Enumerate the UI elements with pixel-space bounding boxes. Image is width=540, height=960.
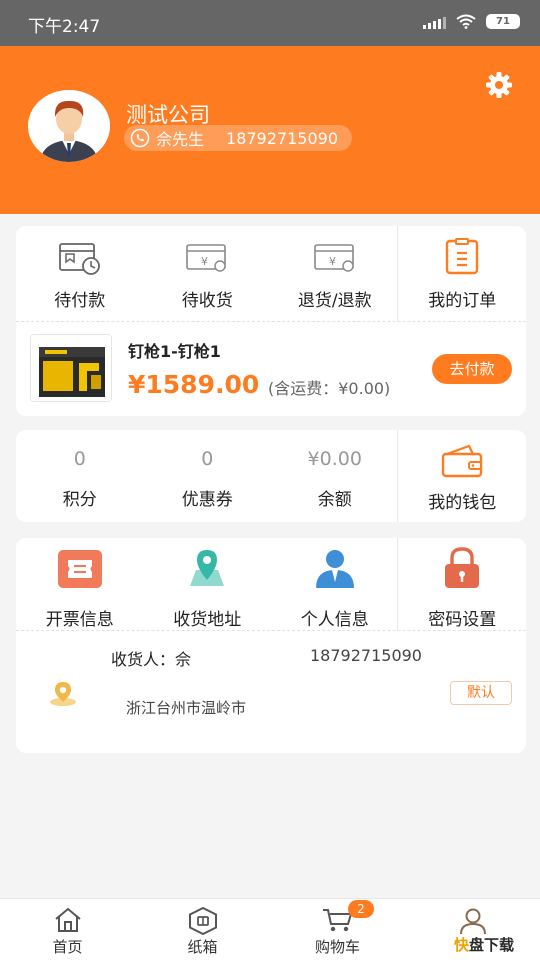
status-time: 下午2:47 — [28, 17, 101, 37]
invoice-icon — [57, 550, 102, 588]
orders-card: 待付款 ¥ 待收货 ¥ 退货/退款 我的订单 钉枪1-钉枪1 ¥1589.00 … — [16, 226, 526, 416]
receiver-name: 收货人：佘 — [111, 650, 192, 669]
address-text: 浙江台州市温岭市 — [126, 699, 247, 717]
watermark-logo: 快盘下载 — [454, 934, 514, 955]
signal-icon — [423, 15, 446, 29]
address-pin-icon — [50, 682, 76, 706]
shipping-fee: (含运费：¥0.00) — [268, 379, 391, 398]
my-wallet[interactable]: 我的钱包 — [399, 430, 527, 522]
location-map-icon — [190, 550, 225, 586]
watermark-text: 盘下载 — [469, 936, 515, 954]
tab-home[interactable]: 首页 — [0, 899, 135, 960]
password-settings[interactable]: 密码设置 — [399, 538, 527, 630]
points-stat[interactable]: 0 积分 — [16, 430, 144, 522]
tab-label: 纸箱 — [187, 938, 218, 956]
tab-label: 首页 — [52, 938, 83, 956]
pending-payment-icon — [58, 243, 100, 275]
status-bar: 下午2:47 71 — [0, 0, 540, 46]
balance-value: ¥0.00 — [307, 448, 362, 470]
profile-header: 测试公司 佘先生 18792715090 — [0, 46, 540, 214]
avatar[interactable] — [28, 90, 110, 162]
product-price: ¥1589.00 — [128, 370, 260, 399]
refund-icon: ¥ — [313, 244, 354, 272]
wifi-icon — [456, 14, 476, 29]
personal-info[interactable]: 个人信息 — [271, 538, 399, 630]
pay-button[interactable]: 去付款 — [432, 354, 512, 384]
settings-gear-icon[interactable] — [484, 70, 514, 100]
orders-icon — [446, 238, 479, 275]
receiver-phone: 18792715090 — [310, 646, 422, 665]
tab-cart[interactable]: 2 购物车 — [270, 899, 405, 960]
product-image[interactable] — [30, 334, 112, 402]
battery-icon: 71 — [486, 14, 520, 29]
order-label: 退货/退款 — [297, 291, 372, 311]
service-label: 个人信息 — [300, 610, 369, 630]
coupons-value: 0 — [201, 448, 214, 470]
pending-receipt-icon: ¥ — [186, 244, 227, 272]
tab-label: 购物车 — [314, 938, 360, 956]
home-icon — [54, 907, 81, 932]
wallet-card: 0 积分 0 优惠券 ¥0.00 余额 我的钱包 — [16, 430, 526, 522]
svg-text:¥: ¥ — [201, 255, 208, 268]
my-orders[interactable]: 我的订单 — [399, 226, 527, 321]
contact-name: 佘先生 — [156, 130, 205, 149]
shipping-address[interactable]: 收货地址 — [144, 538, 272, 630]
service-label: 密码设置 — [428, 610, 497, 630]
cart-badge: 2 — [348, 900, 374, 918]
invoice-info[interactable]: 开票信息 — [16, 538, 144, 630]
order-pending-receipt[interactable]: ¥ 待收货 — [144, 226, 272, 321]
default-badge: 默认 — [450, 681, 512, 705]
wallet-label: 我的钱包 — [428, 493, 497, 513]
order-refund[interactable]: ¥ 退货/退款 — [271, 226, 399, 321]
balance-label: 余额 — [317, 490, 352, 510]
points-value: 0 — [73, 448, 86, 470]
contact-pill: 佘先生 18792715090 — [124, 125, 352, 151]
service-label: 开票信息 — [45, 610, 114, 630]
balance-stat[interactable]: ¥0.00 余额 — [271, 430, 399, 522]
service-label: 收货地址 — [173, 610, 242, 630]
contact-phone: 18792715090 — [226, 128, 338, 148]
coupons-stat[interactable]: 0 优惠券 — [144, 430, 272, 522]
order-pending-payment[interactable]: 待付款 — [16, 226, 144, 321]
order-label: 待付款 — [54, 291, 106, 311]
phone-icon — [130, 128, 150, 148]
person-icon — [315, 550, 354, 588]
points-label: 积分 — [62, 490, 97, 510]
lock-icon — [445, 547, 480, 588]
box-icon — [188, 907, 217, 935]
product-name: 钉枪1-钉枪1 — [128, 342, 221, 361]
watermark-brand: 快 — [454, 936, 470, 954]
order-label: 我的订单 — [428, 291, 497, 311]
wallet-icon — [442, 444, 483, 478]
user-icon — [459, 908, 486, 935]
services-card: 开票信息 收货地址 个人信息 密码设置 收货人：佘 18792715090 浙江… — [16, 538, 526, 753]
coupons-label: 优惠券 — [181, 490, 233, 510]
order-label: 待收货 — [181, 291, 233, 311]
tab-box[interactable]: 纸箱 — [135, 899, 270, 960]
svg-text:¥: ¥ — [329, 255, 336, 268]
